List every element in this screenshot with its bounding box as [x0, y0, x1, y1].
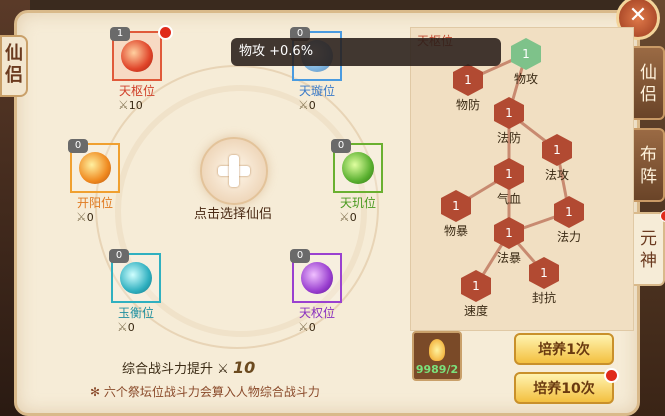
orb-icon — [121, 40, 153, 72]
slot-power: ⚔0 — [298, 320, 358, 334]
slot-power-value: 0 — [308, 99, 316, 112]
swords-icon: ⚔ — [298, 320, 309, 334]
flame-icon — [429, 339, 445, 361]
slot-power-value: 10 — [128, 99, 143, 112]
attribute-tree-panel: 天枢位 1 物攻 1 物防 1 法防 1 法攻 1 气血 1 物暴 1 法暴 1… — [410, 27, 634, 331]
train-once-button[interactable]: 培养1次 — [514, 333, 614, 365]
item-count: 9989/2 — [415, 363, 459, 376]
swords-icon: ⚔ — [76, 210, 87, 224]
slot-tianquan[interactable]: 0 — [290, 249, 342, 303]
slot-power-value: 0 — [349, 211, 357, 224]
level-badge: 1 — [110, 27, 130, 41]
level-badge: 0 — [331, 139, 351, 153]
node-label: 物暴 — [443, 224, 468, 238]
footer-note: ✻ 六个祭坛位战斗力会算入人物综合战斗力 — [90, 383, 320, 400]
node-label: 物攻 — [513, 72, 538, 86]
orb-icon — [79, 152, 111, 184]
swords-icon: ⚔ — [339, 210, 350, 224]
node-label: 气血 — [496, 192, 521, 206]
node-label: 速度 — [463, 304, 488, 318]
slot-power-value: 0 — [308, 321, 316, 334]
slot-power-value: 0 — [127, 321, 135, 334]
train-ten-label: 培养10次 — [533, 381, 595, 397]
flower-icon: ✻ — [90, 385, 104, 399]
swords-icon: ⚔ — [117, 320, 128, 334]
node-label: 法攻 — [544, 168, 569, 182]
left-tab-xianlv[interactable]: 仙侣 — [0, 35, 28, 97]
power-summary: 综合战斗力提升 ⚔ 10 — [122, 358, 255, 377]
slot-power: ⚔0 — [339, 210, 399, 224]
swords-icon: ⚔ — [217, 362, 229, 377]
orb-icon — [342, 152, 374, 184]
close-icon: ✕ — [628, 3, 648, 28]
tab-yuanshen-label: 元神 — [640, 229, 657, 271]
slot-kaiyang[interactable]: 0 — [68, 139, 120, 193]
node-label: 物防 — [455, 98, 480, 112]
notification-dot — [660, 210, 665, 222]
slot-power: ⚔0 — [76, 210, 136, 224]
power-summary-label: 综合战斗力提升 — [122, 362, 214, 377]
node-label: 法力 — [556, 230, 581, 244]
select-partner-button[interactable] — [200, 137, 268, 205]
slot-name: 玉衡位 — [117, 306, 154, 320]
level-badge: 0 — [290, 249, 310, 263]
slot-name: 天枢位 — [118, 84, 155, 98]
tab-xianlv[interactable]: 仙侣 — [632, 46, 665, 120]
level-badge: 0 — [68, 139, 88, 153]
plus-icon-bar — [229, 155, 239, 187]
slot-name: 天权位 — [298, 306, 335, 320]
slot-power: ⚔0 — [298, 98, 358, 112]
slot-power: ⚔10 — [118, 98, 178, 112]
level-badge: 0 — [109, 249, 129, 263]
slot-name: 天玑位 — [339, 196, 376, 210]
node-label: 法暴 — [496, 251, 521, 265]
footer-note-text: 六个祭坛位战斗力会算入人物综合战斗力 — [103, 385, 320, 399]
swords-icon: ⚔ — [118, 98, 129, 112]
power-summary-value: 10 — [232, 358, 256, 377]
slot-name: 天璇位 — [298, 84, 335, 98]
slot-yuheng[interactable]: 0 — [109, 249, 161, 303]
slot-name: 开阳位 — [76, 196, 113, 210]
tab-buzhen[interactable]: 布阵 — [632, 128, 665, 202]
stat-tooltip: 物攻 +0.6% — [231, 38, 501, 66]
slot-tianji[interactable]: 0 — [331, 139, 383, 193]
train-ten-button[interactable]: 培养10次 — [514, 368, 619, 404]
swords-icon: ⚔ — [298, 98, 309, 112]
slot-power: ⚔0 — [117, 320, 177, 334]
node-label: 封抗 — [531, 291, 556, 305]
notification-dot — [604, 368, 619, 383]
slot-power-value: 0 — [86, 211, 94, 224]
orb-icon — [301, 262, 333, 294]
select-partner-label: 点击选择仙侣 — [193, 207, 272, 222]
node-label: 法防 — [496, 131, 521, 145]
orb-icon — [120, 262, 152, 294]
tab-yuanshen[interactable]: 元神 — [632, 210, 665, 286]
notification-dot — [158, 25, 173, 40]
slot-tianshu[interactable]: 1 — [110, 25, 173, 81]
